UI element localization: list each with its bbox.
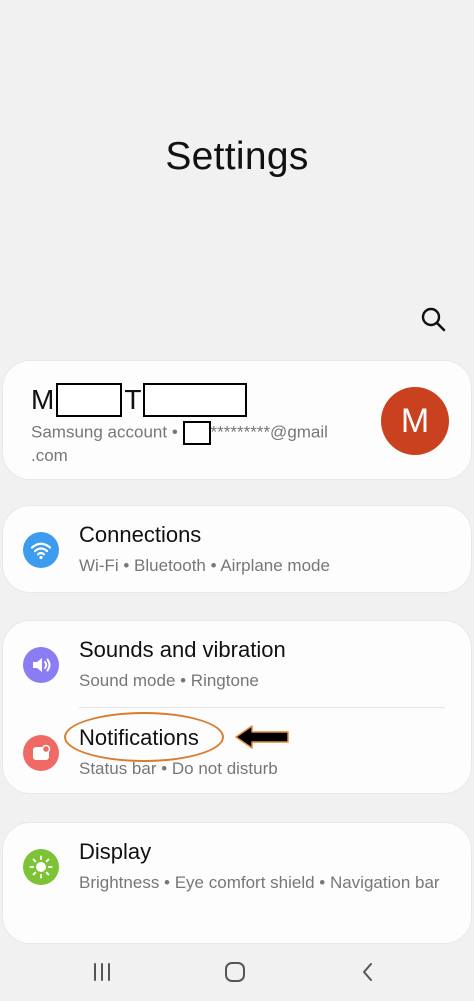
sounds-notifications-card: Sounds and vibration Sound mode • Ringto… (2, 620, 472, 794)
avatar[interactable]: M (381, 387, 449, 455)
search-icon (421, 307, 446, 332)
settings-item-connections[interactable]: Connections Wi-Fi • Bluetooth • Airplane… (3, 508, 471, 588)
item-summary: Wi-Fi • Bluetooth • Airplane mode (79, 556, 330, 575)
back-icon (363, 963, 372, 981)
separator-dot: • (171, 422, 183, 442)
recent-apps-button[interactable] (87, 957, 117, 987)
avatar-letter: M (400, 401, 430, 440)
back-button[interactable] (353, 957, 383, 987)
item-label: Notifications (79, 725, 199, 750)
display-card: Display Brightness • Eye comfort shield … (2, 822, 472, 944)
account-email-domain: .com (31, 446, 68, 465)
notification-icon (23, 735, 59, 771)
item-label: Connections (79, 522, 202, 547)
redaction-box (182, 421, 211, 445)
item-label: Display (79, 839, 152, 864)
wifi-icon (23, 532, 59, 568)
item-summary: Sound mode • Ringtone (79, 671, 259, 690)
samsung-account-card[interactable]: M T Samsung account • *********@gmail .c… (2, 360, 472, 480)
connections-card: Connections Wi-Fi • Bluetooth • Airplane… (2, 505, 472, 593)
item-label: Sounds and vibration (79, 637, 286, 662)
search-button[interactable] (418, 304, 450, 336)
navigation-bar (0, 944, 474, 1001)
account-name: M T (31, 382, 248, 418)
account-type-label: Samsung account (31, 422, 168, 442)
item-summary: Status bar • Do not disturb (79, 759, 278, 778)
home-icon (225, 962, 245, 982)
account-subtitle: Samsung account • *********@gmail .com (31, 421, 351, 466)
recent-apps-icon (94, 963, 110, 981)
divider (79, 707, 445, 708)
page-title: Settings (165, 135, 309, 178)
home-button[interactable] (220, 957, 250, 987)
redaction-box (143, 383, 248, 417)
account-name-initial-first: M (31, 384, 55, 415)
speaker-icon (23, 647, 59, 683)
sun-icon (23, 849, 59, 885)
settings-item-display[interactable]: Display Brightness • Eye comfort shield … (3, 825, 471, 937)
arrow-left-icon (235, 725, 289, 749)
redaction-box (56, 383, 123, 417)
account-name-initial-last: T (124, 384, 142, 415)
account-email: *********@gmail (210, 422, 328, 442)
item-summary: Brightness • Eye comfort shield • Naviga… (79, 873, 440, 892)
settings-screen: Settings M T Samsung account • *********… (0, 0, 474, 1001)
settings-item-sounds-and-vibration[interactable]: Sounds and vibration Sound mode • Ringto… (3, 623, 471, 703)
